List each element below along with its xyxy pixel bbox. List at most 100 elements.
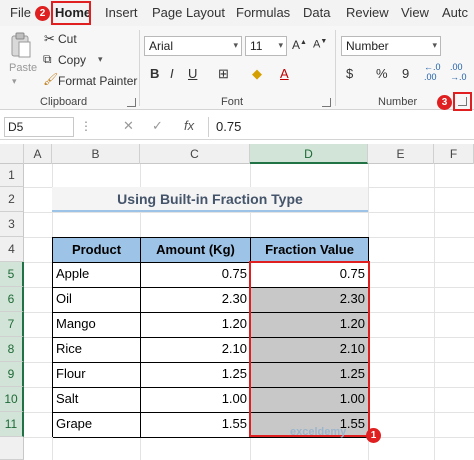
column-headers: A B C D E F (0, 144, 474, 164)
menu-insert[interactable]: Insert (105, 5, 138, 20)
menu-page-layout[interactable]: Page Layout (152, 5, 225, 20)
menu-data[interactable]: Data (303, 5, 330, 20)
row-header (0, 437, 24, 460)
row-header[interactable]: 8 (0, 337, 24, 362)
product-cell[interactable]: Flour (53, 363, 141, 388)
borders-icon[interactable]: ⊞ (218, 66, 229, 82)
row-header[interactable]: 11 (0, 412, 24, 437)
paste-dropdown-icon[interactable]: ▾ (12, 76, 17, 87)
format-painter-button[interactable]: Format Painter (58, 74, 137, 88)
product-cell[interactable]: Salt (53, 388, 141, 413)
row-header[interactable]: 7 (0, 312, 24, 337)
column-header-a[interactable]: A (24, 144, 52, 164)
font-size-dropdown-icon: ▾ (278, 40, 283, 50)
product-cell[interactable]: Rice (53, 338, 141, 363)
font-size-select[interactable]: 11 ▾ (245, 36, 287, 56)
underline-icon[interactable]: U (188, 66, 197, 81)
ribbon-separator (139, 30, 140, 106)
formula-divider (208, 117, 209, 137)
copy-button[interactable]: Copy (58, 53, 86, 67)
row-header[interactable]: 9 (0, 362, 24, 387)
menu-review[interactable]: Review (346, 5, 389, 20)
cut-icon: ✂ (44, 31, 55, 46)
row-header[interactable]: 4 (0, 237, 24, 262)
font-name-dropdown-icon: ▾ (233, 40, 238, 50)
name-box-value: D5 (8, 120, 24, 134)
sheet-title[interactable]: Using Built-in Fraction Type (52, 187, 368, 212)
column-header-b[interactable]: B (52, 144, 140, 164)
column-header-product[interactable]: Product (53, 238, 141, 263)
fill-color-icon[interactable]: ◆ (252, 66, 262, 82)
number-format-select[interactable]: Number ▾ (341, 36, 441, 56)
decrease-decimal-icon[interactable]: .00 →.0 (450, 62, 467, 82)
menu-formulas[interactable]: Formulas (236, 5, 290, 20)
font-size-value: 11 (250, 39, 263, 53)
number-format-dropdown-icon: ▾ (432, 40, 437, 50)
gridline (24, 212, 474, 213)
decrease-font-icon[interactable]: A▼ (313, 38, 327, 51)
percent-icon[interactable]: % (376, 66, 388, 81)
name-box[interactable]: D5 (4, 117, 74, 137)
format-painter-icon: 🖌 (43, 72, 59, 86)
menu-automate[interactable]: Autc (442, 5, 468, 20)
paste-button[interactable]: Paste (9, 62, 37, 74)
amount-cell[interactable]: 2.10 (141, 338, 251, 363)
amount-cell[interactable]: 1.25 (141, 363, 251, 388)
column-header-e[interactable]: E (368, 144, 434, 164)
amount-cell[interactable]: 1.00 (141, 388, 251, 413)
column-header-f[interactable]: F (434, 144, 474, 164)
column-header-fraction-value[interactable]: Fraction Value (251, 238, 369, 263)
callout-badge-1: 1 (366, 428, 381, 443)
insert-function-icon[interactable]: fx (184, 118, 194, 133)
ribbon-separator (335, 30, 336, 106)
row-header[interactable]: 2 (0, 187, 24, 212)
column-header-amount[interactable]: Amount (Kg) (141, 238, 251, 263)
row-header[interactable]: 10 (0, 387, 24, 412)
row-header[interactable]: 3 (0, 212, 24, 237)
column-header-c[interactable]: C (140, 144, 250, 164)
row-header[interactable]: 6 (0, 287, 24, 312)
column-header-d[interactable]: D (250, 144, 368, 164)
number-launcher-icon[interactable] (458, 97, 467, 106)
row-header[interactable]: 5 (0, 262, 24, 287)
font-name-select[interactable]: Arial ▾ (144, 36, 242, 56)
menu-file[interactable]: File (10, 5, 31, 20)
currency-icon[interactable]: $ (346, 66, 353, 81)
number-group-label: Number (378, 96, 418, 108)
menu-bar: File Home 2 Insert Page Layout Formulas … (0, 0, 474, 26)
clipboard-launcher-icon[interactable] (127, 98, 136, 107)
product-cell[interactable]: Apple (53, 263, 141, 288)
increase-decimal-icon[interactable]: ←.0.00 (424, 62, 441, 82)
amount-cell[interactable]: 1.20 (141, 313, 251, 338)
home-highlight-box (51, 1, 91, 25)
product-cell[interactable]: Grape (53, 413, 141, 438)
product-cell[interactable]: Oil (53, 288, 141, 313)
number-format-value: Number (346, 39, 389, 53)
italic-icon[interactable]: I (170, 66, 174, 81)
amount-cell[interactable]: 2.30 (141, 288, 251, 313)
font-launcher-icon[interactable] (322, 98, 331, 107)
amount-cell[interactable]: 1.55 (141, 413, 251, 438)
formula-input[interactable]: 0.75 (216, 119, 241, 134)
paste-icon[interactable] (10, 32, 32, 60)
enter-icon[interactable]: ✓ (152, 118, 163, 134)
copy-dropdown-icon[interactable]: ▾ (98, 54, 103, 65)
amount-cell[interactable]: 0.75 (141, 263, 251, 288)
selection-highlight-box (249, 261, 370, 437)
font-color-icon[interactable]: A (280, 66, 289, 81)
bold-icon[interactable]: B (150, 66, 159, 81)
increase-font-icon[interactable]: A▲ (292, 38, 307, 52)
menu-view[interactable]: View (401, 5, 429, 20)
watermark: exceldemy (290, 426, 347, 438)
copy-icon: ⧉ (43, 52, 52, 66)
row-header[interactable]: 1 (0, 164, 24, 187)
ribbon: Paste ▾ ✂ Cut ⧉ Copy ▾ 🖌 Format Painter … (0, 26, 474, 111)
product-cell[interactable]: Mango (53, 313, 141, 338)
cancel-icon[interactable]: ✕ (123, 118, 134, 134)
font-group-label: Font (221, 96, 244, 108)
cut-button[interactable]: Cut (58, 32, 77, 46)
formula-bar: D5 ⋮ ✕ ✓ fx 0.75 (0, 114, 474, 140)
comma-style-icon[interactable]: 9 (402, 66, 409, 81)
select-all-corner[interactable] (0, 144, 24, 164)
callout-badge-2: 2 (35, 6, 50, 21)
